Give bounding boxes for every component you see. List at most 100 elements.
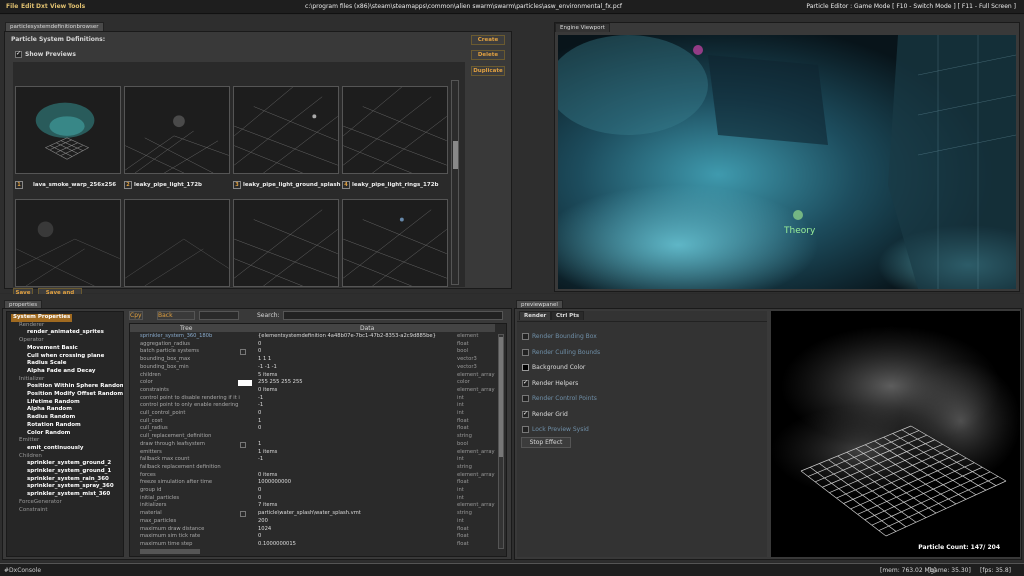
scroll-thumb[interactable] xyxy=(453,141,458,169)
property-value[interactable]: 200 xyxy=(258,518,458,524)
search-input[interactable] xyxy=(283,311,503,320)
property-type: color xyxy=(457,379,470,386)
menu-bar: File Edit Dxt View Tools c:\program file… xyxy=(0,0,1024,14)
tab-engine-viewport[interactable]: Engine Viewport xyxy=(555,23,610,32)
duplicate-button[interactable]: Duplicate xyxy=(471,66,505,76)
property-value[interactable]: 1 xyxy=(258,418,458,424)
table-row[interactable]: maximum time step 0.1000000015 float xyxy=(130,541,495,549)
render-option[interactable]: Render Bounding Box xyxy=(522,333,597,343)
render-option[interactable]: Background Color xyxy=(522,364,585,374)
tree-group[interactable]: Constraint xyxy=(19,507,48,515)
property-value[interactable]: 0 xyxy=(258,410,458,416)
property-value[interactable]: 7 items xyxy=(258,502,458,508)
menu-dxt[interactable]: Dxt xyxy=(36,3,48,10)
back-dropdown[interactable]: Back xyxy=(157,311,195,320)
checkbox[interactable] xyxy=(522,348,529,356)
menu-view[interactable]: View xyxy=(50,3,66,10)
editor-mode-label: Particle Editor : Game Mode [ F10 - Swit… xyxy=(806,3,1016,10)
browse-icon[interactable] xyxy=(240,511,246,518)
property-value[interactable]: 1024 xyxy=(258,526,458,532)
bool-checkbox[interactable] xyxy=(240,349,246,356)
property-value[interactable]: 0 xyxy=(258,495,458,501)
property-value[interactable]: 1 1 1 xyxy=(258,356,458,362)
property-value[interactable]: 1 items xyxy=(258,449,458,455)
render-option[interactable]: Render Helpers xyxy=(522,379,579,390)
thumbnail-1[interactable] xyxy=(15,86,121,174)
console-label[interactable]: #DxConsole xyxy=(4,567,41,574)
property-value[interactable]: -1 xyxy=(258,402,458,408)
render-option[interactable]: Render Control Points xyxy=(522,395,597,405)
property-value[interactable]: -1 xyxy=(258,395,458,401)
browser-area: particlesystemdefinitionbrowser Particle… xyxy=(0,15,514,304)
render-option-label: Render Helpers xyxy=(532,379,579,387)
thumbnail-4[interactable] xyxy=(342,86,448,174)
render-options-pane: Render Ctrl Pts Render Bounding Box Rende… xyxy=(517,311,767,557)
thumbnail-5[interactable] xyxy=(15,199,121,287)
checkbox[interactable] xyxy=(522,410,529,418)
create-button[interactable]: Create xyxy=(471,35,505,45)
stop-effect-button[interactable]: Stop Effect xyxy=(521,437,571,448)
property-value[interactable]: -1 -1 -1 xyxy=(258,364,458,370)
property-value[interactable]: 255 255 255 255 xyxy=(258,379,458,385)
table-scrollbar[interactable] xyxy=(498,334,504,549)
property-value[interactable]: particle\water_splash\water_splash.vmt xyxy=(258,510,458,516)
thumb-name: leaky_pipe_light_ground_splash xyxy=(243,182,341,188)
render-option-label: Background Color xyxy=(532,364,586,371)
property-value[interactable]: 1000000000 xyxy=(258,479,458,485)
scroll-thumb[interactable] xyxy=(499,337,503,457)
color-swatch[interactable] xyxy=(238,380,252,387)
color-swatch[interactable] xyxy=(522,364,529,371)
property-type: string xyxy=(457,510,472,517)
property-name: max_particles xyxy=(140,517,177,524)
property-type: bool xyxy=(457,440,469,447)
property-value[interactable]: 0 xyxy=(258,348,458,354)
delete-button[interactable]: Delete xyxy=(471,50,505,60)
property-value[interactable]: 0 xyxy=(258,341,458,347)
property-type: float xyxy=(457,533,469,540)
horizontal-scrollbar[interactable] xyxy=(140,549,200,554)
preview-smoke-icon xyxy=(35,102,95,160)
render-option[interactable]: Lock Preview Sysid xyxy=(522,426,589,436)
tab-ctrl-pts[interactable]: Ctrl Pts xyxy=(551,311,585,320)
column-data: Data xyxy=(360,325,375,332)
menu-edit[interactable]: Edit xyxy=(21,3,34,10)
player-name-label: Theory xyxy=(784,226,816,236)
bool-checkbox[interactable] xyxy=(240,441,246,448)
history-dropdown[interactable] xyxy=(199,311,239,320)
property-name: sprinkler_system_360_180b xyxy=(140,333,213,339)
property-value[interactable]: 0 xyxy=(258,487,458,493)
copy-button[interactable]: Cpy xyxy=(129,311,143,320)
checkbox[interactable] xyxy=(522,426,529,433)
checkbox[interactable] xyxy=(522,333,529,340)
property-value[interactable]: 0 xyxy=(258,425,458,431)
property-value[interactable]: 0 xyxy=(258,533,458,539)
browser-scrollbar[interactable] xyxy=(451,80,459,285)
thumbnail-8[interactable] xyxy=(342,199,448,287)
property-value[interactable]: 1 xyxy=(258,441,458,447)
thumbnail-3[interactable] xyxy=(233,86,339,174)
tab-particle-browser[interactable]: particlesystemdefinitionbrowser xyxy=(5,22,104,31)
menu-file[interactable]: File xyxy=(6,3,18,10)
thumbnail-7[interactable] xyxy=(233,199,339,287)
thumbnail-6[interactable] xyxy=(124,199,230,287)
checkbox[interactable] xyxy=(522,395,529,402)
tab-render[interactable]: Render xyxy=(519,311,552,320)
game-scene-render xyxy=(558,35,1016,289)
game-scene[interactable]: Theory xyxy=(558,35,1016,289)
render-option[interactable]: Render Grid xyxy=(522,410,568,421)
thumbnail-label-4: 4 leaky_pipe_light_rings_172b xyxy=(342,181,438,191)
checkbox[interactable] xyxy=(522,379,529,387)
thumb-index: 4 xyxy=(342,181,350,189)
thumbnail-2[interactable] xyxy=(124,86,230,174)
property-value[interactable]: 5 items xyxy=(258,372,458,378)
property-value[interactable]: 0 items xyxy=(258,472,458,478)
menu-tools[interactable]: Tools xyxy=(68,3,85,10)
effect-preview[interactable]: Particle Count: 147/ 204 xyxy=(771,311,1020,557)
property-type: float xyxy=(457,417,469,424)
show-previews-checkbox[interactable]: Show Previews xyxy=(15,51,76,58)
property-value[interactable]: -1 xyxy=(258,456,458,462)
property-value[interactable]: 0.1000000015 xyxy=(258,541,458,547)
property-value[interactable]: 0 items xyxy=(258,387,458,393)
property-value[interactable]: {elementsystemdefinition 4a48b07e-7bc1-4… xyxy=(258,333,458,339)
render-option[interactable]: Render Culling Bounds xyxy=(522,348,600,359)
